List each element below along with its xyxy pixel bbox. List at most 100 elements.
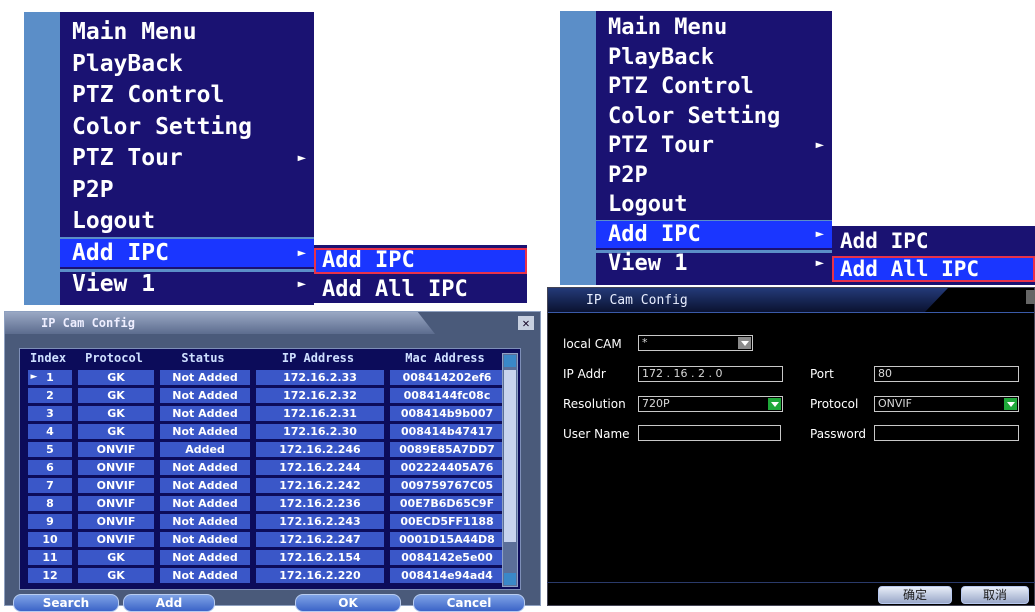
table-row[interactable]: 9 ONVIF Not Added 172.16.2.243 00ECD5FF1188 — [24, 513, 516, 530]
menu-item-label: P2P — [608, 162, 648, 188]
close-icon[interactable] — [1026, 290, 1035, 304]
menu-item-add-ipc[interactable]: Add IPC ► — [60, 238, 314, 267]
column-header-mac-address[interactable]: Mac Address — [390, 351, 500, 365]
cell-index: 9 — [28, 514, 72, 529]
menu-item-ptz-control[interactable]: PTZ Control — [608, 73, 832, 100]
menu-item-logout[interactable]: Logout — [72, 207, 314, 235]
cell-ip-address: 172.16.2.154 — [256, 550, 384, 565]
table-row[interactable]: 8 ONVIF Not Added 172.16.2.236 00E7B6D65C9F — [24, 495, 516, 512]
menu-item-ptz-control[interactable]: PTZ Control — [72, 81, 314, 109]
menu-item-p2p[interactable]: P2P — [608, 162, 832, 189]
table-scrollbar[interactable] — [502, 353, 518, 587]
main-menu-left: Main Menu PlayBack PTZ Control Color Settin… — [24, 12, 314, 305]
menu-item-view-1[interactable]: View 1 ► — [608, 250, 832, 277]
cell-status: Not Added — [160, 460, 250, 475]
chevron-down-icon[interactable] — [1004, 398, 1017, 410]
resolution-select[interactable]: 720P — [638, 396, 783, 412]
table-row[interactable]: 6 ONVIF Not Added 172.16.2.244 002224405A76 — [24, 459, 516, 476]
cell-mac-address: 008414202ef6 — [390, 370, 504, 385]
user-name-field[interactable] — [638, 425, 781, 441]
cell-ip-address: 172.16.2.236 — [256, 496, 384, 511]
menu-item-label: PTZ Control — [608, 74, 754, 99]
table-row[interactable]: 3 GK Not Added 172.16.2.31 008414b9b007 — [24, 405, 516, 422]
cell-status: Not Added — [160, 514, 250, 529]
submenu-item-add-ipc[interactable]: Add IPC — [832, 228, 1035, 254]
table-row[interactable]: 1 GK Not Added 172.16.2.33 008414202ef6 ► — [24, 369, 516, 386]
password-label: Password — [810, 427, 867, 441]
protocol-label: Protocol — [810, 397, 859, 411]
table-row[interactable]: 7 ONVIF Not Added 172.16.2.242 009759767C05 — [24, 477, 516, 494]
local-cam-label: local CAM — [563, 337, 622, 351]
ip-cam-config-dialog: IP Cam Config — [547, 287, 1035, 606]
cell-ip-address: 172.16.2.32 — [256, 388, 384, 403]
submenu-item-add-all-ipc[interactable]: Add All IPC — [314, 277, 527, 303]
column-header-ip-address[interactable]: IP Address — [256, 351, 380, 365]
cancel-button[interactable]: Cancel — [413, 594, 525, 612]
ip-cam-table: Index Protocol Status IP Address Mac Add… — [19, 348, 521, 590]
menu-item-color-setting[interactable]: Color Setting — [72, 113, 314, 141]
port-field[interactable]: 80 — [874, 366, 1019, 382]
confirm-button[interactable]: 确定 — [878, 586, 952, 604]
scroll-up-icon[interactable] — [504, 355, 516, 367]
cell-protocol: ONVIF — [78, 478, 154, 493]
ip-addr-field[interactable]: 172 . 16 . 2 . 0 — [638, 366, 783, 382]
local-cam-select[interactable]: * — [638, 335, 753, 351]
cell-index: 3 — [28, 406, 72, 421]
title-divider — [548, 312, 1034, 313]
cell-mac-address: 0001D15A44D8 — [390, 532, 504, 547]
password-field[interactable] — [874, 425, 1019, 441]
cell-mac-address: 008414b47417 — [390, 424, 504, 439]
menu-item-ptz-tour[interactable]: PTZ Tour ► — [608, 132, 832, 159]
add-button[interactable]: Add — [123, 594, 215, 612]
table-row[interactable]: 11 GK Not Added 172.16.2.154 0084142e5e00 — [24, 549, 516, 566]
chevron-down-icon[interactable] — [738, 337, 751, 349]
table-row[interactable]: 2 GK Not Added 172.16.2.32 0084144fc08c — [24, 387, 516, 404]
column-header-protocol[interactable]: Protocol — [78, 351, 150, 365]
chevron-down-icon[interactable] — [768, 398, 781, 410]
table-row[interactable]: 4 GK Not Added 172.16.2.30 008414b47417 — [24, 423, 516, 440]
search-button[interactable]: Search — [13, 594, 119, 612]
cell-protocol: ONVIF — [78, 442, 154, 457]
menu-item-color-setting[interactable]: Color Setting — [608, 103, 832, 130]
cell-protocol: ONVIF — [78, 514, 154, 529]
cancel-button[interactable]: 取消 — [961, 586, 1029, 604]
submenu-arrow-icon: ► — [815, 255, 824, 271]
menu-item-view-1[interactable]: View 1 ► — [72, 270, 314, 298]
menu-item-logout[interactable]: Logout — [608, 191, 832, 218]
protocol-value: ONVIF — [878, 397, 912, 410]
cell-index: 12 — [28, 568, 72, 583]
menu-item-add-ipc[interactable]: Add IPC ► — [596, 220, 832, 248]
menu-item-main-menu[interactable]: Main Menu — [608, 14, 832, 41]
menu-item-p2p[interactable]: P2P — [72, 176, 314, 204]
submenu-arrow-icon: ► — [297, 276, 306, 292]
submenu-item-add-ipc[interactable]: Add IPC — [314, 248, 527, 274]
scroll-down-icon[interactable] — [504, 573, 516, 585]
close-icon[interactable]: ✕ — [518, 316, 534, 330]
cell-status: Not Added — [160, 406, 250, 421]
add-ipc-submenu-left: Add IPC Add All IPC — [314, 245, 527, 303]
main-menu-right: Main Menu PlayBack PTZ Control Color Settin… — [560, 11, 832, 285]
table-row[interactable]: 12 GK Not Added 172.16.2.220 008414e94ad4 — [24, 567, 516, 584]
column-header-status[interactable]: Status — [160, 351, 246, 365]
column-header-index[interactable]: Index — [26, 351, 70, 365]
ok-button[interactable]: OK — [295, 594, 401, 612]
cell-ip-address: 172.16.2.30 — [256, 424, 384, 439]
cell-status: Added — [160, 442, 250, 457]
submenu-item-add-all-ipc[interactable]: Add All IPC — [832, 256, 1035, 282]
menu-item-playback[interactable]: PlayBack — [72, 50, 314, 78]
menu-item-ptz-tour[interactable]: PTZ Tour ► — [72, 144, 314, 172]
cell-mac-address: 008414b9b007 — [390, 406, 504, 421]
resolution-value: 720P — [642, 397, 670, 410]
table-row[interactable]: 10 ONVIF Not Added 172.16.2.247 0001D15A44D8 — [24, 531, 516, 548]
menu-item-playback[interactable]: PlayBack — [608, 44, 832, 71]
submenu-arrow-icon: ► — [297, 150, 306, 166]
cell-index: 4 — [28, 424, 72, 439]
cell-protocol: GK — [78, 406, 154, 421]
menu-item-main-menu[interactable]: Main Menu — [72, 18, 314, 46]
table-row[interactable]: 5 ONVIF Added 172.16.2.246 0089E85A7DD7 — [24, 441, 516, 458]
cell-status: Not Added — [160, 496, 250, 511]
scroll-thumb[interactable] — [504, 370, 516, 542]
protocol-select[interactable]: ONVIF — [874, 396, 1019, 412]
cell-ip-address: 172.16.2.242 — [256, 478, 384, 493]
cell-ip-address: 172.16.2.247 — [256, 532, 384, 547]
